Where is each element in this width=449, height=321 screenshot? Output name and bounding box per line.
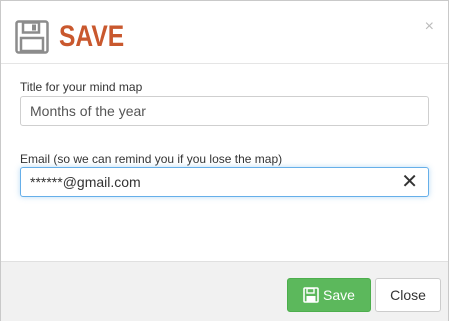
close-button[interactable]: Close	[375, 278, 441, 312]
email-input[interactable]: ******@gmail.com ✕	[20, 167, 429, 197]
dialog-title: SAVE	[59, 20, 125, 53]
title-input[interactable]: Months of the year	[20, 96, 429, 126]
email-input-value: ******@gmail.com	[30, 174, 141, 190]
email-field-label: Email (so we can remind you if you lose …	[20, 152, 283, 166]
save-button-label: Save	[323, 287, 355, 303]
clear-icon[interactable]: ✕	[401, 168, 418, 196]
floppy-disk-icon	[303, 287, 319, 303]
title-field-label: Title for your mind map	[20, 80, 143, 94]
dialog-footer: Save Close	[1, 261, 448, 321]
title-input-value: Months of the year	[30, 103, 146, 119]
save-dialog: SAVE × Title for your mind map Months of…	[0, 0, 449, 321]
save-button[interactable]: Save	[287, 278, 371, 312]
dialog-close-button[interactable]: ×	[425, 19, 434, 35]
dialog-header: SAVE ×	[1, 1, 448, 64]
floppy-disk-icon	[15, 20, 49, 54]
